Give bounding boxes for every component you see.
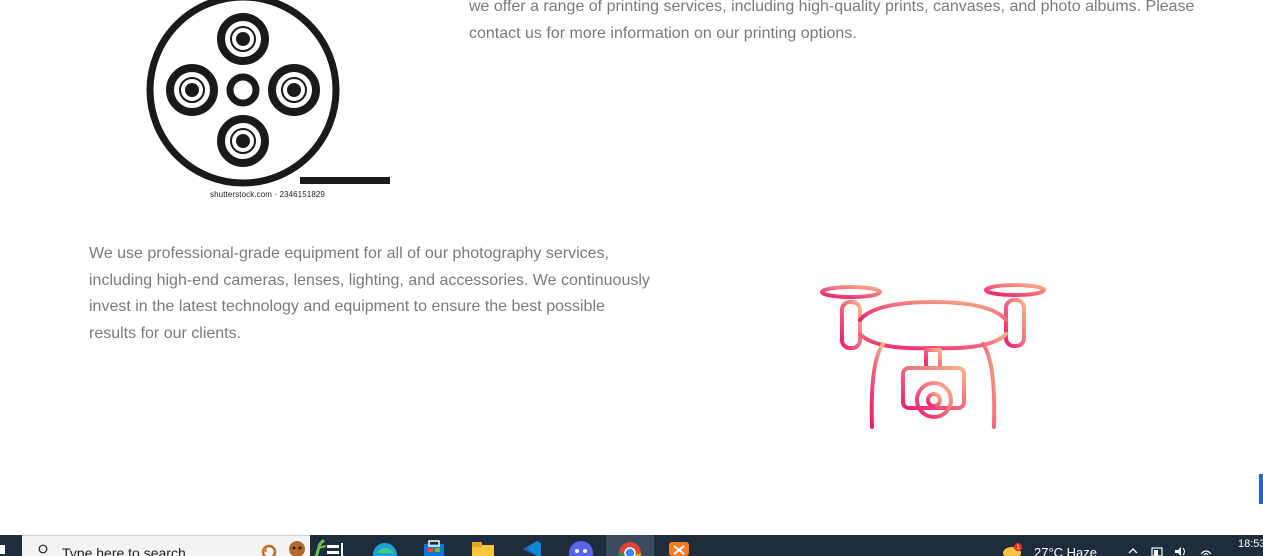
vscode-icon[interactable]	[519, 539, 545, 556]
start-button[interactable]	[0, 535, 22, 556]
image-watermark: shutterstock.com · 2346151829	[210, 190, 325, 199]
film-reel-icon	[146, 0, 390, 187]
taskbar-clock[interactable]: 18:53	[1238, 538, 1263, 550]
chevron-up-icon[interactable]	[1126, 545, 1140, 556]
store-icon[interactable]	[421, 539, 447, 556]
printing-services-text: we offer a range of printing services, i…	[469, 0, 1195, 42]
weather-haze-icon[interactable]: 1	[1003, 541, 1023, 556]
windows-taskbar: Type here to search 1 27°C Haze 18:53	[0, 535, 1263, 556]
drone-camera-icon	[820, 278, 1046, 429]
battery-icon[interactable]	[1150, 545, 1164, 556]
file-explorer-icon[interactable]	[470, 539, 496, 556]
edge-icon[interactable]	[372, 539, 398, 556]
search-placeholder: Type here to search	[62, 545, 186, 556]
taskbar-search-box[interactable]: Type here to search	[22, 535, 327, 556]
search-highlight-icon[interactable]	[252, 538, 332, 556]
equipment-description-text: We use professional-grade equipment for …	[89, 245, 650, 342]
discord-icon[interactable]	[568, 539, 594, 556]
wifi-icon[interactable]	[1199, 545, 1213, 556]
floating-side-tab[interactable]	[1259, 474, 1263, 504]
chrome-icon[interactable]	[617, 539, 643, 556]
task-view-icon[interactable]	[325, 539, 351, 556]
weather-text[interactable]: 27°C Haze	[1034, 545, 1097, 556]
film-reel-image: shutterstock.com · 2346151829	[140, 0, 400, 203]
xampp-icon[interactable]	[666, 539, 692, 556]
search-icon	[38, 544, 48, 554]
volume-icon[interactable]	[1173, 545, 1187, 556]
web-page: shutterstock.com · 2346151829 we offer a…	[0, 0, 1263, 535]
windows-logo-icon	[0, 545, 5, 554]
